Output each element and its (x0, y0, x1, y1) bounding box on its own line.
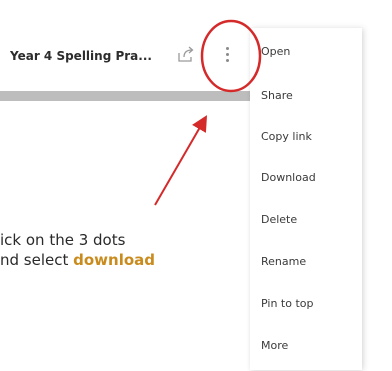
instruction-line-1: ick on the 3 dots (0, 231, 126, 249)
menu-item-pin-to-top[interactable]: Pin to top (261, 297, 313, 310)
menu-item-rename[interactable]: Rename (261, 255, 306, 268)
more-dots-icon[interactable] (223, 44, 233, 66)
menu-item-download[interactable]: Download (261, 171, 316, 184)
menu-item-share[interactable]: Share (261, 89, 293, 102)
instruction-line-2: nd select download (0, 250, 155, 270)
instruction-highlight: download (73, 251, 156, 269)
instruction-prefix: nd select (0, 251, 74, 269)
menu-item-open[interactable]: Open (261, 45, 290, 58)
menu-item-more[interactable]: More (261, 339, 288, 352)
share-icon[interactable] (176, 45, 196, 65)
instruction-annotation: ick on the 3 dots nd select download (0, 230, 155, 270)
menu-item-copy-link[interactable]: Copy link (261, 130, 312, 143)
pointer-arrow (154, 115, 208, 206)
menu-item-delete[interactable]: Delete (261, 213, 297, 226)
file-name[interactable]: Year 4 Spelling Pra... (10, 49, 152, 63)
context-menu: Open Share Copy link Download Delete Ren… (250, 28, 362, 370)
file-progress-bar (0, 91, 252, 101)
